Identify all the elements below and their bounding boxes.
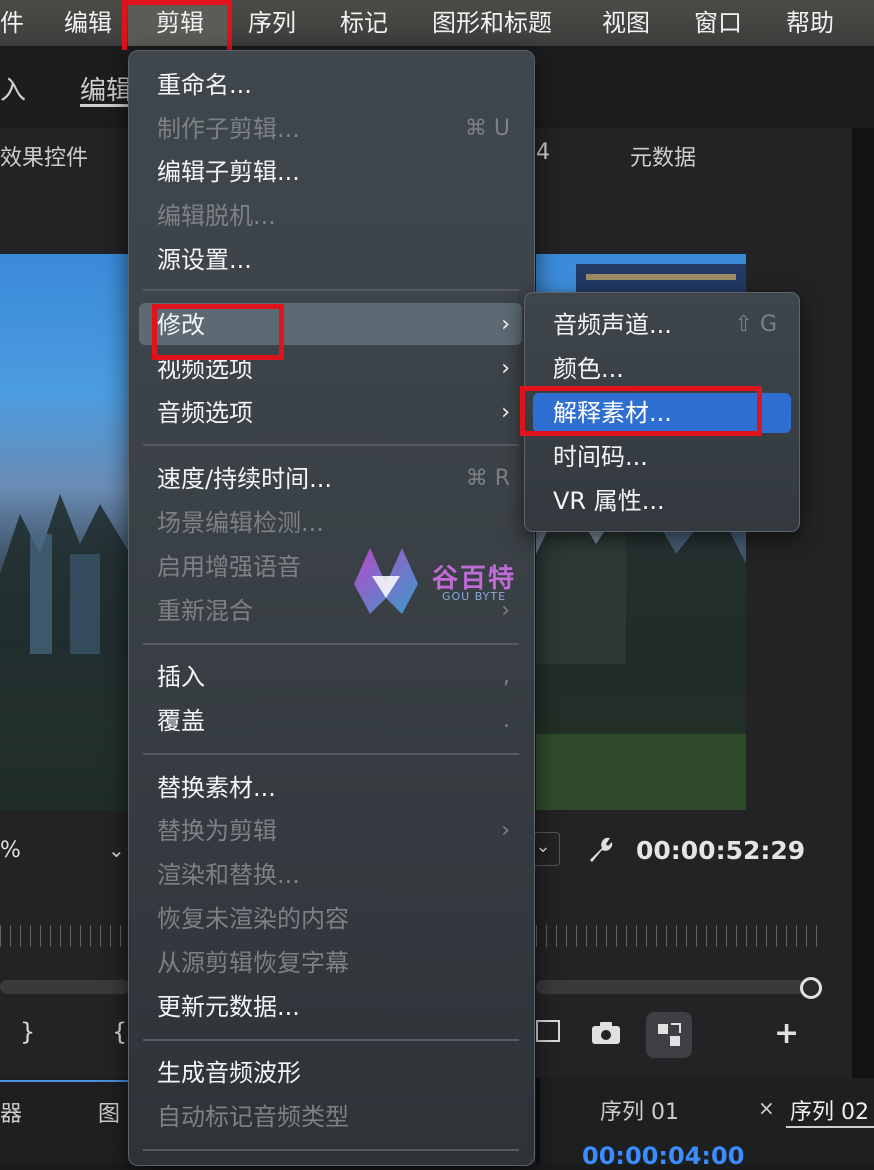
menu-item-audio-options[interactable]: 音频选项 bbox=[157, 398, 253, 428]
workspace-tab-import[interactable]: 入 bbox=[0, 70, 26, 107]
shortcut-overwrite: . bbox=[503, 708, 510, 733]
shortcut-speed-duration: ⌘ R bbox=[465, 466, 510, 491]
comparison-view-button[interactable] bbox=[646, 1012, 692, 1058]
tab-fragment[interactable]: 4 bbox=[536, 140, 550, 165]
chevron-right-icon: › bbox=[501, 312, 510, 337]
menu-graphics-titles[interactable]: 图形和标题 bbox=[432, 0, 552, 46]
go-to-in-icon[interactable]: { bbox=[112, 1018, 127, 1046]
tab-sequence-01[interactable]: 序列 01 bbox=[600, 1094, 679, 1126]
menu-window[interactable]: 窗口 bbox=[694, 0, 742, 46]
menu-item-render-and-replace: 渲染和替换... bbox=[157, 861, 300, 889]
menu-item-render-audio-waveforms[interactable]: 生成音频波形 bbox=[157, 1058, 301, 1088]
tab-metadata[interactable]: 元数据 bbox=[630, 140, 696, 172]
tab-sequence-02[interactable]: 序列 02 bbox=[790, 1094, 869, 1126]
close-icon[interactable]: × bbox=[758, 1096, 775, 1120]
menu-item-replace-footage[interactable]: 替换素材... bbox=[157, 773, 276, 803]
tab-fragment-2[interactable]: 图 bbox=[98, 1096, 120, 1128]
menu-item-scene-edit-detection: 场景编辑检测... bbox=[157, 509, 324, 537]
add-button-icon[interactable]: + bbox=[774, 1016, 799, 1051]
submenu-item-color[interactable]: 颜色... bbox=[553, 354, 624, 384]
shortcut-make-subclip: ⌘ U bbox=[464, 116, 510, 141]
chevron-right-icon: › bbox=[501, 400, 510, 425]
mark-out-icon[interactable]: } bbox=[20, 1018, 35, 1046]
scroll-handle[interactable] bbox=[800, 977, 822, 999]
program-time-ruler bbox=[536, 925, 821, 947]
menu-help[interactable]: 帮助 bbox=[786, 0, 834, 46]
timeline-timecode: 00:00:04:00 bbox=[582, 1142, 745, 1170]
wrench-icon[interactable] bbox=[584, 834, 614, 864]
menu-item-speed-duration[interactable]: 速度/持续时间... bbox=[157, 464, 332, 494]
program-scroll-bar[interactable] bbox=[536, 980, 806, 994]
menu-item-insert[interactable]: 插入 bbox=[157, 662, 205, 692]
annotation-box-interpret-footage bbox=[520, 386, 762, 436]
compare-icon bbox=[658, 1023, 681, 1046]
source-time-ruler bbox=[0, 925, 130, 947]
menu-item-edit-offline: 编辑脱机... bbox=[157, 202, 276, 230]
menu-separator bbox=[143, 753, 519, 755]
sequence-tab-underline bbox=[786, 1126, 874, 1128]
clip-dropdown-menu: 重命名... 制作子剪辑... ⌘ U 编辑子剪辑... 编辑脱机... 源设置… bbox=[128, 50, 535, 1166]
source-scroll-bar[interactable] bbox=[0, 980, 130, 994]
chevron-right-icon: › bbox=[501, 818, 510, 843]
zoom-select-fragment[interactable]: % bbox=[0, 838, 21, 863]
menu-item-restore-captions: 从源剪辑恢复字幕 bbox=[157, 949, 349, 977]
submenu-item-audio-channels[interactable]: 音频声道... bbox=[553, 310, 672, 340]
menu-separator bbox=[143, 1039, 519, 1041]
menu-edit[interactable]: 编辑 bbox=[64, 0, 112, 46]
workspace-tab-underline bbox=[80, 104, 132, 107]
menu-item-rename[interactable]: 重命名... bbox=[157, 70, 252, 100]
menu-item-source-settings[interactable]: 源设置... bbox=[157, 245, 252, 275]
watermark-logo-icon bbox=[354, 548, 418, 614]
menu-separator bbox=[143, 444, 519, 446]
menu-separator bbox=[143, 643, 519, 645]
menu-view[interactable]: 视图 bbox=[602, 0, 650, 46]
menu-markers[interactable]: 标记 bbox=[340, 0, 388, 46]
tab-media-browser-fragment[interactable]: 器 bbox=[0, 1096, 22, 1128]
shortcut-insert: , bbox=[503, 664, 510, 689]
camera-icon[interactable] bbox=[590, 1020, 622, 1046]
submenu-item-timecode[interactable]: 时间码... bbox=[553, 442, 648, 472]
workspace-tab-edit[interactable]: 编辑 bbox=[80, 70, 132, 107]
menu-separator bbox=[143, 1149, 519, 1151]
menu-item-auto-tag-audio: 自动标记音频类型 bbox=[157, 1103, 349, 1131]
extract-icon[interactable] bbox=[536, 1020, 560, 1042]
menu-item-remix: 重新混合 bbox=[157, 597, 253, 625]
program-timecode: 00:00:52:29 bbox=[636, 836, 806, 865]
menu-item-make-subclip: 制作子剪辑... bbox=[157, 115, 300, 143]
tab-effect-controls[interactable]: 效果控件 bbox=[0, 140, 88, 172]
bottom-left-active-line bbox=[0, 1080, 128, 1082]
menu-item-restore-unrendered: 恢复未渲染的内容 bbox=[157, 905, 349, 933]
menu-sequence[interactable]: 序列 bbox=[248, 0, 296, 46]
source-video-frame bbox=[0, 254, 130, 810]
panel-divider bbox=[852, 128, 874, 1078]
annotation-box-modify bbox=[152, 304, 284, 360]
menu-item-replace-with-clip: 替换为剪辑 bbox=[157, 817, 277, 845]
menu-separator bbox=[143, 289, 519, 291]
watermark-subtitle: GOU BYTE bbox=[442, 590, 507, 603]
chevron-right-icon: › bbox=[501, 356, 510, 381]
menu-item-overwrite[interactable]: 覆盖 bbox=[157, 706, 205, 736]
trees-silhouette bbox=[0, 494, 130, 810]
menu-item-enhance-speech: 启用增强语音 bbox=[157, 553, 301, 581]
chevron-down-icon[interactable]: ⌄ bbox=[108, 838, 125, 862]
menu-item-update-metadata[interactable]: 更新元数据... bbox=[157, 992, 300, 1022]
shortcut-audio-channels: ⇧ G bbox=[734, 312, 777, 337]
submenu-item-vr-properties[interactable]: VR 属性... bbox=[553, 486, 665, 516]
menu-file[interactable]: 件 bbox=[0, 0, 24, 46]
menu-item-edit-subclip[interactable]: 编辑子剪辑... bbox=[157, 157, 300, 187]
